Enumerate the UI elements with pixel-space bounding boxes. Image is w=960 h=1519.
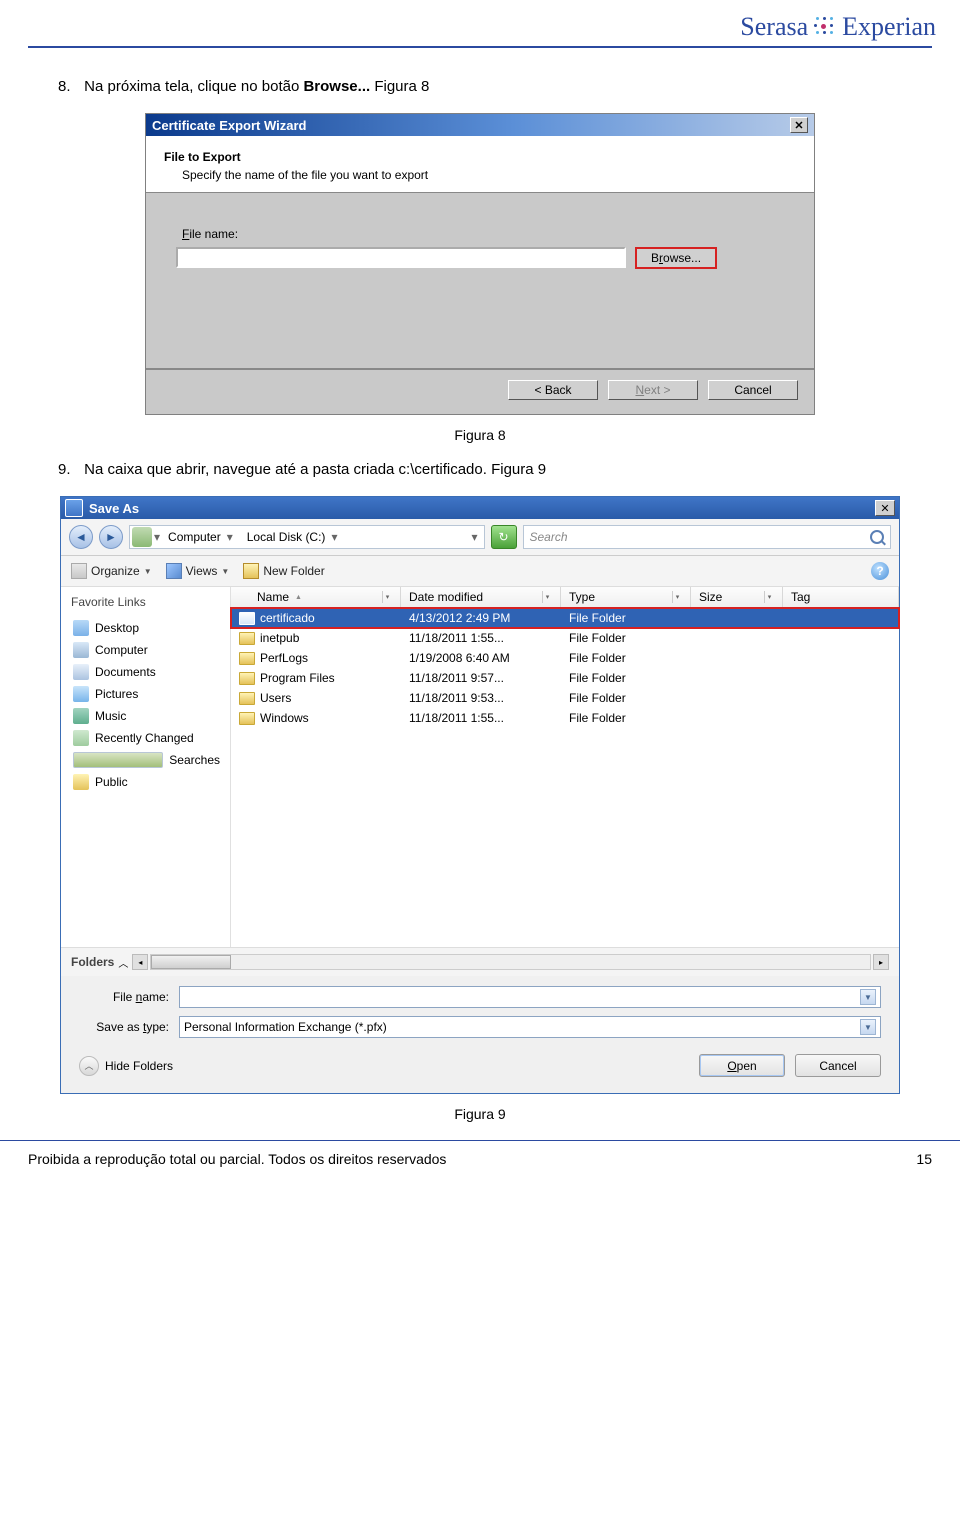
saveas-close-button[interactable]: ✕	[875, 500, 895, 516]
horizontal-scrollbar[interactable]: ◂ ▸	[132, 954, 889, 970]
favorite-link-music[interactable]: Music	[71, 705, 222, 727]
toolbar: Organize▼ Views▼ New Folder ?	[61, 556, 899, 587]
logo-experian-text: Experian	[842, 12, 936, 42]
step-8-text: 8. Na próxima tela, clique no botão Brow…	[58, 78, 912, 95]
folders-chevron-icon[interactable]: ︿	[118, 955, 128, 970]
folder-icon	[239, 672, 255, 685]
file-list: certificado4/13/2012 2:49 PMFile Folderi…	[231, 608, 899, 728]
wizard-title-text: Certificate Export Wizard	[152, 118, 306, 133]
folder-icon	[239, 692, 255, 705]
folder-icon	[239, 652, 255, 665]
favorite-link-pictures[interactable]: Pictures	[71, 683, 222, 705]
wizard-subheading: Specify the name of the file you want to…	[182, 168, 796, 182]
filename-input[interactable]: ▼	[179, 986, 881, 1008]
file-row-windows[interactable]: Windows11/18/2011 1:55...File Folder	[231, 708, 899, 728]
file-row-program files[interactable]: Program Files11/18/2011 9:57...File Fold…	[231, 668, 899, 688]
step-9-text: 9. Na caixa que abrir, navegue até a pas…	[58, 461, 912, 478]
nav-back-button[interactable]: ◄	[69, 525, 93, 549]
figure-8-caption: Figura 8	[48, 427, 912, 443]
file-name-label: File name:	[182, 227, 784, 241]
saveas-title-text: Save As	[89, 501, 139, 516]
favorite-links-title: Favorite Links	[71, 595, 222, 609]
back-button[interactable]: < Back	[508, 380, 598, 400]
crumb-disk[interactable]: Local Disk (C:)▾	[241, 526, 346, 548]
file-row-perflogs[interactable]: PerfLogs1/19/2008 6:40 AMFile Folder	[231, 648, 899, 668]
col-name[interactable]: Name▲▾	[231, 587, 401, 607]
nav-forward-button[interactable]: ►	[99, 525, 123, 549]
saveas-titlebar: Save As ✕	[61, 497, 899, 519]
wizard-titlebar: Certificate Export Wizard ✕	[146, 114, 814, 136]
favorite-link-recently-changed[interactable]: Recently Changed	[71, 727, 222, 749]
doc-icon	[73, 664, 89, 680]
next-button[interactable]: Next >	[608, 380, 698, 400]
favorite-link-searches[interactable]: Searches	[71, 749, 222, 771]
page-number: 15	[916, 1151, 932, 1167]
saveastype-label: Save as type:	[79, 1020, 179, 1034]
favorite-link-computer[interactable]: Computer	[71, 639, 222, 661]
new-folder-icon	[243, 563, 259, 579]
hide-folders-icon: ︿	[79, 1056, 99, 1076]
computer-icon	[73, 642, 89, 658]
recent-icon	[73, 730, 89, 746]
folder-icon	[239, 712, 255, 725]
hide-folders-button[interactable]: ︿ Hide Folders	[79, 1056, 173, 1076]
save-icon	[65, 499, 83, 517]
saveas-cancel-button[interactable]: Cancel	[795, 1054, 881, 1077]
browse-button[interactable]: Browse...	[636, 248, 716, 268]
page-footer: Proibida a reprodução total ou parcial. …	[0, 1140, 960, 1191]
search-icon	[870, 530, 884, 544]
drive-icon	[132, 527, 152, 547]
organize-icon	[71, 563, 87, 579]
col-tag[interactable]: Tag	[783, 587, 899, 607]
file-row-certificado[interactable]: certificado4/13/2012 2:49 PMFile Folder	[231, 608, 899, 628]
open-button[interactable]: Open	[699, 1054, 785, 1077]
breadcrumb-bar[interactable]: ▾ Computer▾ Local Disk (C:)▾ ▾	[129, 525, 485, 549]
folder-icon	[239, 632, 255, 645]
new-folder-button[interactable]: New Folder	[243, 563, 324, 579]
save-as-dialog: Save As ✕ ◄ ► ▾ Computer▾ Local Disk (C:…	[60, 496, 900, 1094]
header-rule	[28, 46, 932, 48]
desktop-icon	[73, 620, 89, 636]
logo-dots-icon	[814, 16, 836, 38]
pic-icon	[73, 686, 89, 702]
saveastype-select[interactable]: Personal Information Exchange (*.pfx)▼	[179, 1016, 881, 1038]
col-type[interactable]: Type▾	[561, 587, 691, 607]
file-row-inetpub[interactable]: inetpub11/18/2011 1:55...File Folder	[231, 628, 899, 648]
music-icon	[73, 708, 89, 724]
help-button[interactable]: ?	[871, 562, 889, 580]
favorite-links-panel: Favorite Links DesktopComputerDocumentsP…	[61, 587, 231, 947]
certificate-export-wizard-dialog: Certificate Export Wizard ✕ File to Expo…	[145, 113, 815, 415]
cancel-button[interactable]: Cancel	[708, 380, 798, 400]
search-icon	[73, 752, 163, 768]
public-icon	[73, 774, 89, 790]
file-name-input[interactable]	[176, 247, 626, 268]
brand-logo: Serasa Experian	[740, 12, 936, 42]
file-row-users[interactable]: Users11/18/2011 9:53...File Folder	[231, 688, 899, 708]
folders-footer: Folders ︿ ◂ ▸	[61, 947, 899, 976]
crumb-computer[interactable]: Computer▾	[162, 526, 241, 548]
organize-menu[interactable]: Organize▼	[71, 563, 152, 579]
address-bar-row: ◄ ► ▾ Computer▾ Local Disk (C:)▾ ▾ ↻ Sea…	[61, 519, 899, 556]
favorite-link-desktop[interactable]: Desktop	[71, 617, 222, 639]
folders-label[interactable]: Folders	[71, 955, 114, 969]
folder-icon	[239, 612, 255, 625]
favorite-link-public[interactable]: Public	[71, 771, 222, 793]
views-menu[interactable]: Views▼	[166, 563, 230, 579]
col-date[interactable]: Date modified▾	[401, 587, 561, 607]
views-icon	[166, 563, 182, 579]
page-header: Serasa Experian	[0, 0, 960, 46]
favorite-link-documents[interactable]: Documents	[71, 661, 222, 683]
footer-left: Proibida a reprodução total ou parcial. …	[28, 1151, 446, 1167]
col-size[interactable]: Size▾	[691, 587, 783, 607]
refresh-button[interactable]: ↻	[491, 525, 517, 549]
figure-9-caption: Figura 9	[48, 1106, 912, 1122]
column-headers: Name▲▾ Date modified▾ Type▾ Size▾ Tag	[231, 587, 899, 608]
wizard-header: File to Export Specify the name of the f…	[146, 136, 814, 192]
wizard-close-button[interactable]: ✕	[790, 117, 808, 133]
wizard-heading: File to Export	[164, 150, 796, 164]
filename-label: File name:	[79, 990, 179, 1004]
logo-serasa-text: Serasa	[740, 12, 808, 42]
search-input[interactable]: Search	[523, 525, 892, 549]
